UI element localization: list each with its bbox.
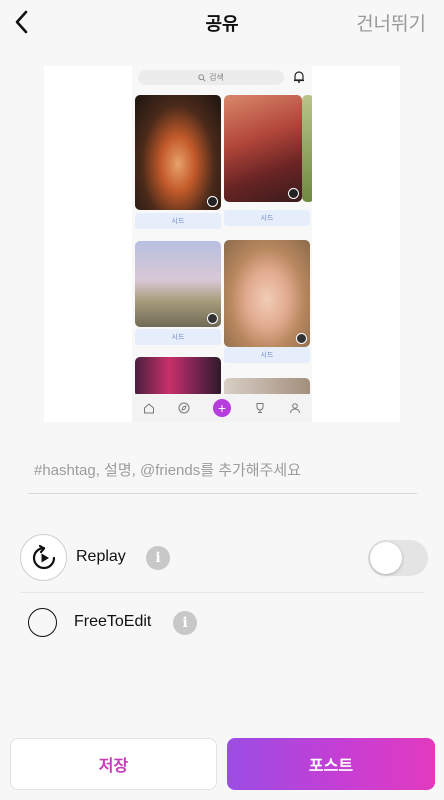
freetoedit-label: FreeToEdit — [74, 613, 152, 630]
replay-badge-icon — [207, 313, 218, 324]
chevron-left-icon — [15, 10, 28, 34]
replay-icon — [20, 534, 67, 581]
freetoedit-radio[interactable] — [28, 608, 57, 637]
preview-search-placeholder: 검색 — [209, 73, 224, 82]
seed-button: 시드 — [224, 210, 310, 226]
bell-icon — [294, 71, 304, 83]
search-icon — [198, 73, 206, 82]
toggle-knob — [370, 542, 402, 574]
save-button[interactable]: 저장 — [10, 738, 217, 790]
freetoedit-info-icon[interactable]: i — [173, 611, 197, 635]
preview-screenshot: 검색 시드 시드 시드 시드 + — [132, 66, 312, 422]
freetoedit-option: FreeToEdit i — [0, 598, 444, 646]
preview-photo-couple — [135, 357, 221, 397]
profile-icon — [289, 403, 300, 414]
seed-button: 시드 — [135, 213, 221, 229]
preview-photo-road-man — [135, 241, 221, 327]
divider — [20, 592, 424, 593]
plus-icon: + — [212, 399, 231, 417]
back-button[interactable] — [10, 8, 36, 36]
trophy-icon — [256, 403, 264, 413]
home-icon — [144, 403, 155, 414]
top-bar: 공유 건너뛰기 — [0, 0, 444, 44]
post-button[interactable]: 포스트 — [227, 738, 435, 790]
seed-button: 시드 — [135, 329, 221, 345]
seed-button: 시드 — [224, 347, 310, 363]
preview-bottom-nav: + — [132, 394, 312, 422]
preview-photo-portrait — [224, 240, 310, 347]
replay-option: Replay i — [0, 533, 444, 583]
preview-photo-fire-hands — [135, 95, 221, 210]
sticker-badge-icon — [288, 188, 299, 199]
replay-badge-icon — [296, 333, 307, 344]
replay-label: Replay — [76, 548, 126, 565]
caption-input[interactable] — [34, 460, 414, 480]
preview-search-bar: 검색 — [138, 70, 284, 85]
preview-photo-sparkle-girl — [224, 95, 302, 202]
replay-info-icon[interactable]: i — [146, 546, 170, 570]
caption-field — [28, 446, 417, 494]
replay-toggle[interactable] — [368, 540, 428, 576]
compass-icon — [178, 402, 190, 414]
preview-image: 검색 시드 시드 시드 시드 + — [44, 66, 400, 422]
skip-button[interactable]: 건너뛰기 — [356, 9, 426, 36]
preview-photo-partial — [302, 95, 312, 202]
sticker-badge-icon — [207, 196, 218, 207]
